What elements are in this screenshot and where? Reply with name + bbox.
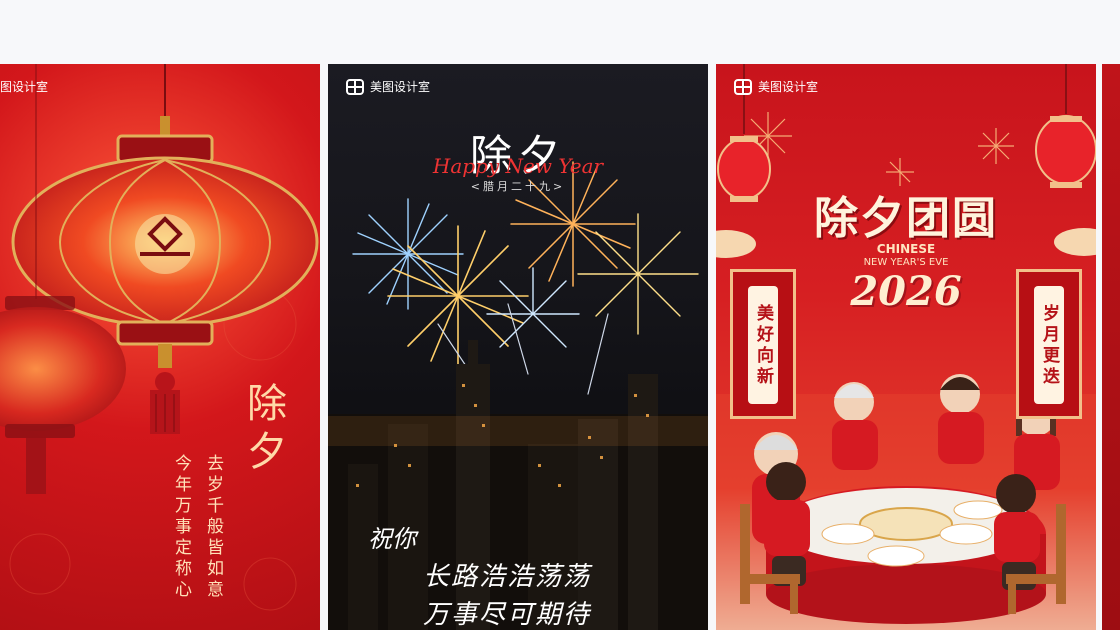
couplet-right-text: 岁月更迭	[1039, 304, 1059, 388]
couplet-left-text: 美好向新	[753, 304, 773, 388]
couplet-left: 美好向新	[730, 269, 796, 419]
lantern-illustration	[0, 64, 319, 611]
poster-card-partial[interactable]	[1102, 64, 1120, 630]
wish-line-1: 祝你	[368, 525, 416, 553]
wish-line-2: 长路浩浩荡荡	[423, 562, 592, 592]
meitu-logo-icon	[734, 78, 752, 95]
poster-title: 除夕团圆	[814, 193, 998, 244]
poster-card-reunion[interactable]: 美图设计室 除夕团圆 CHINESE NEW YEAR'S EVE 2026 美…	[716, 64, 1096, 630]
poster-title: 除夕	[240, 382, 286, 478]
english-title-line-1: CHINESE	[876, 242, 936, 256]
watermark-text: 美图设计室	[370, 80, 431, 94]
wish-line-3: 万事尽可期待	[423, 600, 592, 630]
poster-subtitle: Happy New Year	[432, 154, 604, 178]
watermark: 图设计室	[0, 78, 48, 95]
blessing-line-2: 今年万事定称心	[171, 454, 191, 601]
poster-card-lantern[interactable]: 图设计室 除夕 去岁千般皆如意 今年万事定称心	[0, 64, 320, 630]
meitu-logo-icon	[346, 78, 364, 95]
watermark-text: 图设计室	[0, 80, 49, 94]
watermark-text: 美图设计室	[758, 80, 819, 94]
top-bar	[0, 0, 1120, 64]
english-title-line-2: NEW YEAR'S EVE	[863, 257, 949, 268]
watermark: 美图设计室	[734, 78, 818, 95]
blessing-line-1: 去岁千般皆如意	[203, 454, 223, 601]
poster-date: <腊月二十九>	[470, 180, 566, 193]
couplet-right: 岁月更迭	[1016, 269, 1082, 419]
poster-card-fireworks[interactable]: 美图设计室 除夕 Happy New Year <腊月二十九> 祝你 长路浩浩荡…	[328, 64, 708, 630]
watermark: 美图设计室	[346, 78, 430, 95]
poster-gallery: 图设计室 除夕 去岁千般皆如意 今年万事定称心 美图设计室 除夕 Happy N…	[0, 64, 1120, 630]
